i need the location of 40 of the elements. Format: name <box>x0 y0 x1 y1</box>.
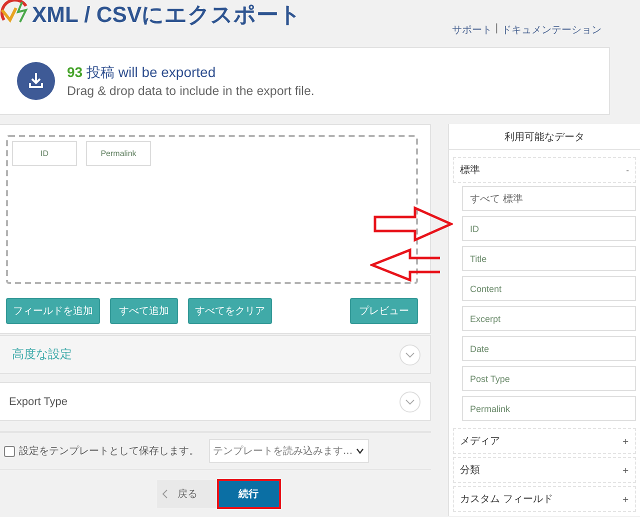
continue-button[interactable]: 続行 <box>216 479 280 509</box>
section-header[interactable]: 高度な設定 <box>0 335 431 374</box>
data-field-item[interactable]: Title <box>462 246 636 271</box>
section-title: 高度な設定 <box>12 346 72 363</box>
data-field-item[interactable]: Date <box>462 336 636 361</box>
data-field-item[interactable]: ID <box>462 216 636 241</box>
chevron-down-icon <box>399 390 421 412</box>
notice-subtext: Drag & drop data to include in the export file. <box>67 84 314 98</box>
data-field-item[interactable]: Permalink <box>462 396 636 421</box>
caret-icon <box>356 448 364 454</box>
header-link[interactable]: ドキュメンテーション <box>501 23 602 37</box>
field-chip[interactable]: Permalink <box>86 141 151 166</box>
panel-title: 利用可能なデータ <box>449 124 640 150</box>
link-separator: | <box>495 23 498 36</box>
page-title: XML / CSVにエクスポート <box>32 1 302 29</box>
data-field-item[interactable]: すべて 標準 <box>462 186 636 211</box>
section-header[interactable]: Export Type <box>0 382 431 421</box>
chevron-left-icon <box>162 489 168 499</box>
group-header[interactable]: メディア + <box>453 428 636 454</box>
chevron-down-icon <box>399 344 421 366</box>
action-button[interactable]: プレビュー <box>350 298 418 324</box>
action-button[interactable]: すべてをクリア <box>188 298 272 324</box>
download-icon <box>17 62 55 100</box>
export-count-text: 93 投稿 will be exported <box>67 64 217 82</box>
group-header[interactable]: カスタム フィールド + <box>453 486 636 512</box>
group-header[interactable]: 分類 + <box>453 457 636 483</box>
save-template-checkbox[interactable] <box>4 446 15 456</box>
drop-zone[interactable]: ID Permalink <box>6 135 418 284</box>
data-field-item[interactable]: Content <box>462 276 636 301</box>
checkbox-label: 設定をテンプレートとして保存します。 <box>19 444 199 458</box>
field-chip[interactable]: ID <box>12 141 77 166</box>
group-header[interactable]: 標準 - <box>453 157 636 183</box>
action-button[interactable]: すべて追加 <box>110 298 178 324</box>
data-field-item[interactable]: Excerpt <box>462 306 636 331</box>
section-title: Export Type <box>9 396 68 408</box>
data-field-item[interactable]: Post Type <box>462 366 636 391</box>
back-button[interactable]: 戻る <box>156 480 216 508</box>
action-button[interactable]: フィールドを追加 <box>6 298 100 324</box>
header-link[interactable]: サポート <box>452 23 492 37</box>
template-select[interactable]: テンプレートを読み込みます... <box>209 439 369 463</box>
